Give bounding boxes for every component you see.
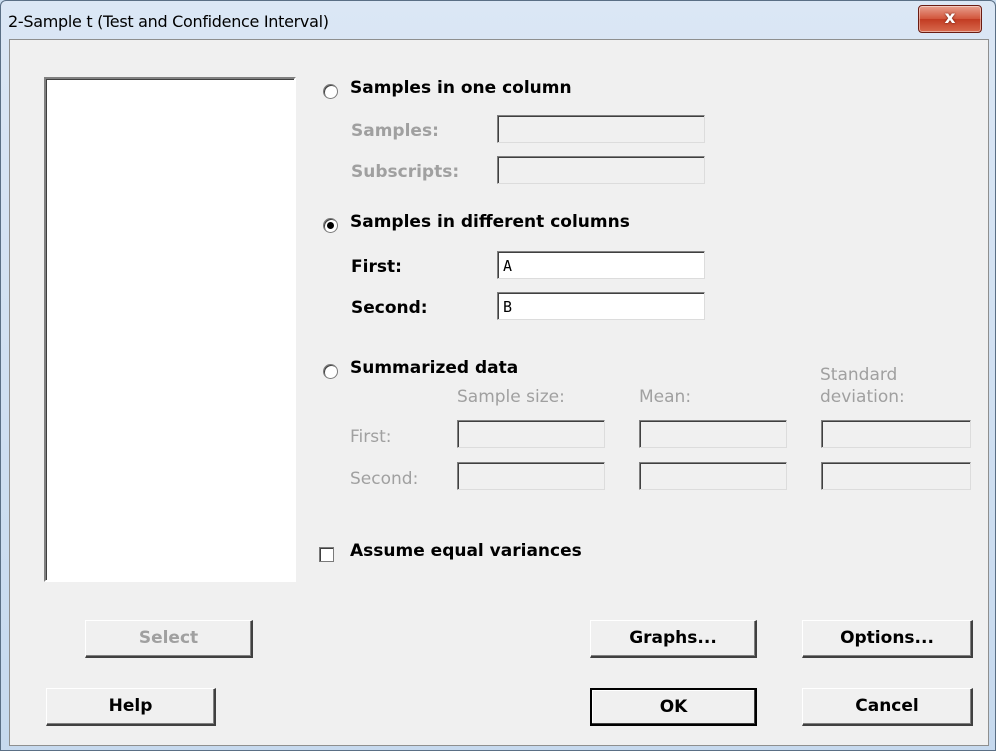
second-column-input[interactable]: B	[497, 292, 705, 320]
close-icon: x	[944, 8, 956, 28]
help-button[interactable]: Help	[46, 688, 216, 726]
second-std-dev-input[interactable]	[821, 462, 971, 490]
sample-size-header: Sample size:	[457, 387, 565, 407]
equal-variances-label: Assume equal variances	[350, 541, 582, 561]
first-mean-input[interactable]	[639, 420, 787, 448]
summarized-data-label: Summarized data	[350, 358, 519, 378]
equal-variances-checkbox[interactable]	[319, 547, 334, 562]
summarized-second-label: Second:	[350, 469, 419, 489]
summarized-first-label: First:	[350, 427, 392, 447]
radio-samples-one-column[interactable]	[323, 84, 338, 99]
subscripts-input[interactable]	[497, 156, 705, 184]
radio-summarized-data[interactable]	[323, 364, 338, 379]
second-sample-size-input[interactable]	[457, 462, 605, 490]
samples-label: Samples:	[351, 121, 439, 141]
first-column-input[interactable]: A	[497, 251, 705, 279]
dialog-body: Samples in one column Samples: Subscript…	[9, 39, 989, 746]
ok-button[interactable]: OK	[590, 688, 757, 726]
samples-input[interactable]	[497, 115, 705, 143]
first-column-label: First:	[351, 257, 402, 277]
first-sample-size-input[interactable]	[457, 420, 605, 448]
select-button[interactable]: Select	[85, 620, 253, 658]
dialog-window: 2-Sample t (Test and Confidence Interval…	[0, 0, 996, 751]
variable-list[interactable]	[44, 77, 296, 582]
second-mean-input[interactable]	[639, 462, 787, 490]
samples-different-columns-label: Samples in different columns	[350, 212, 630, 232]
graphs-button[interactable]: Graphs...	[590, 620, 757, 658]
options-button[interactable]: Options...	[802, 620, 973, 658]
samples-one-column-label: Samples in one column	[350, 78, 572, 98]
radio-selected-dot	[327, 222, 334, 229]
window-title: 2-Sample t (Test and Confidence Interval…	[8, 12, 329, 31]
subscripts-label: Subscripts:	[351, 162, 460, 182]
first-std-dev-input[interactable]	[821, 420, 971, 448]
radio-samples-different-columns[interactable]	[323, 218, 338, 233]
title-bar[interactable]: 2-Sample t (Test and Confidence Interval…	[1, 1, 995, 39]
std-dev-header-line2: deviation:	[820, 387, 905, 407]
close-button[interactable]: x	[918, 5, 982, 33]
std-dev-header-line1: Standard	[820, 365, 898, 385]
second-column-label: Second:	[351, 298, 428, 318]
mean-header: Mean:	[639, 387, 692, 407]
cancel-button[interactable]: Cancel	[802, 688, 973, 726]
